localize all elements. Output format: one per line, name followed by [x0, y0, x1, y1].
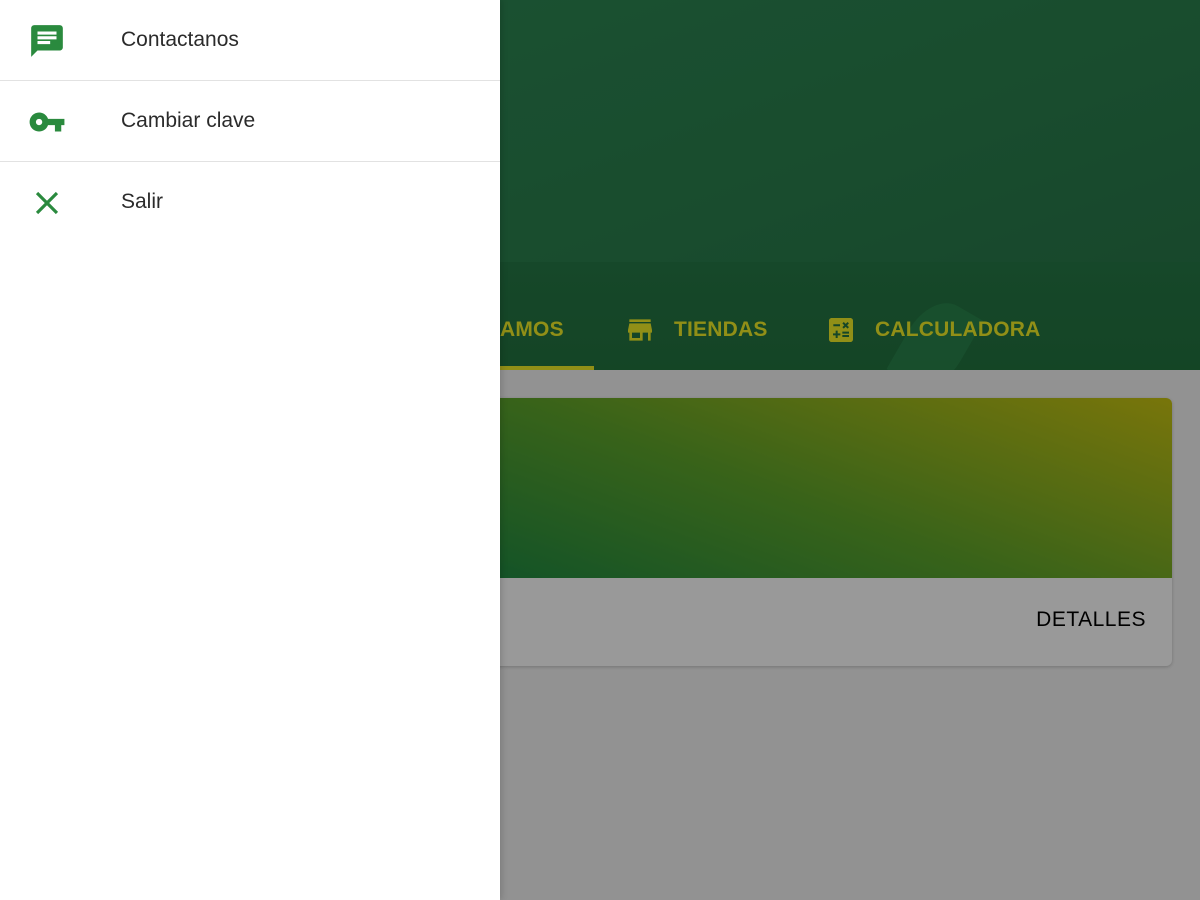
close-icon [28, 184, 66, 222]
chat-message-icon [28, 22, 66, 60]
navigation-drawer: Contactanos Cambiar clave Salir [0, 0, 500, 900]
key-icon [28, 103, 66, 141]
drawer-item-cambiar-clave[interactable]: Cambiar clave [0, 81, 500, 162]
drawer-item-label: Cambiar clave [121, 109, 256, 132]
drawer-item-label: Salir [121, 190, 164, 213]
drawer-item-label: Contactanos [121, 28, 239, 51]
drawer-item-salir[interactable]: Salir [0, 162, 500, 242]
drawer-item-contactanos[interactable]: Contactanos [0, 0, 500, 81]
